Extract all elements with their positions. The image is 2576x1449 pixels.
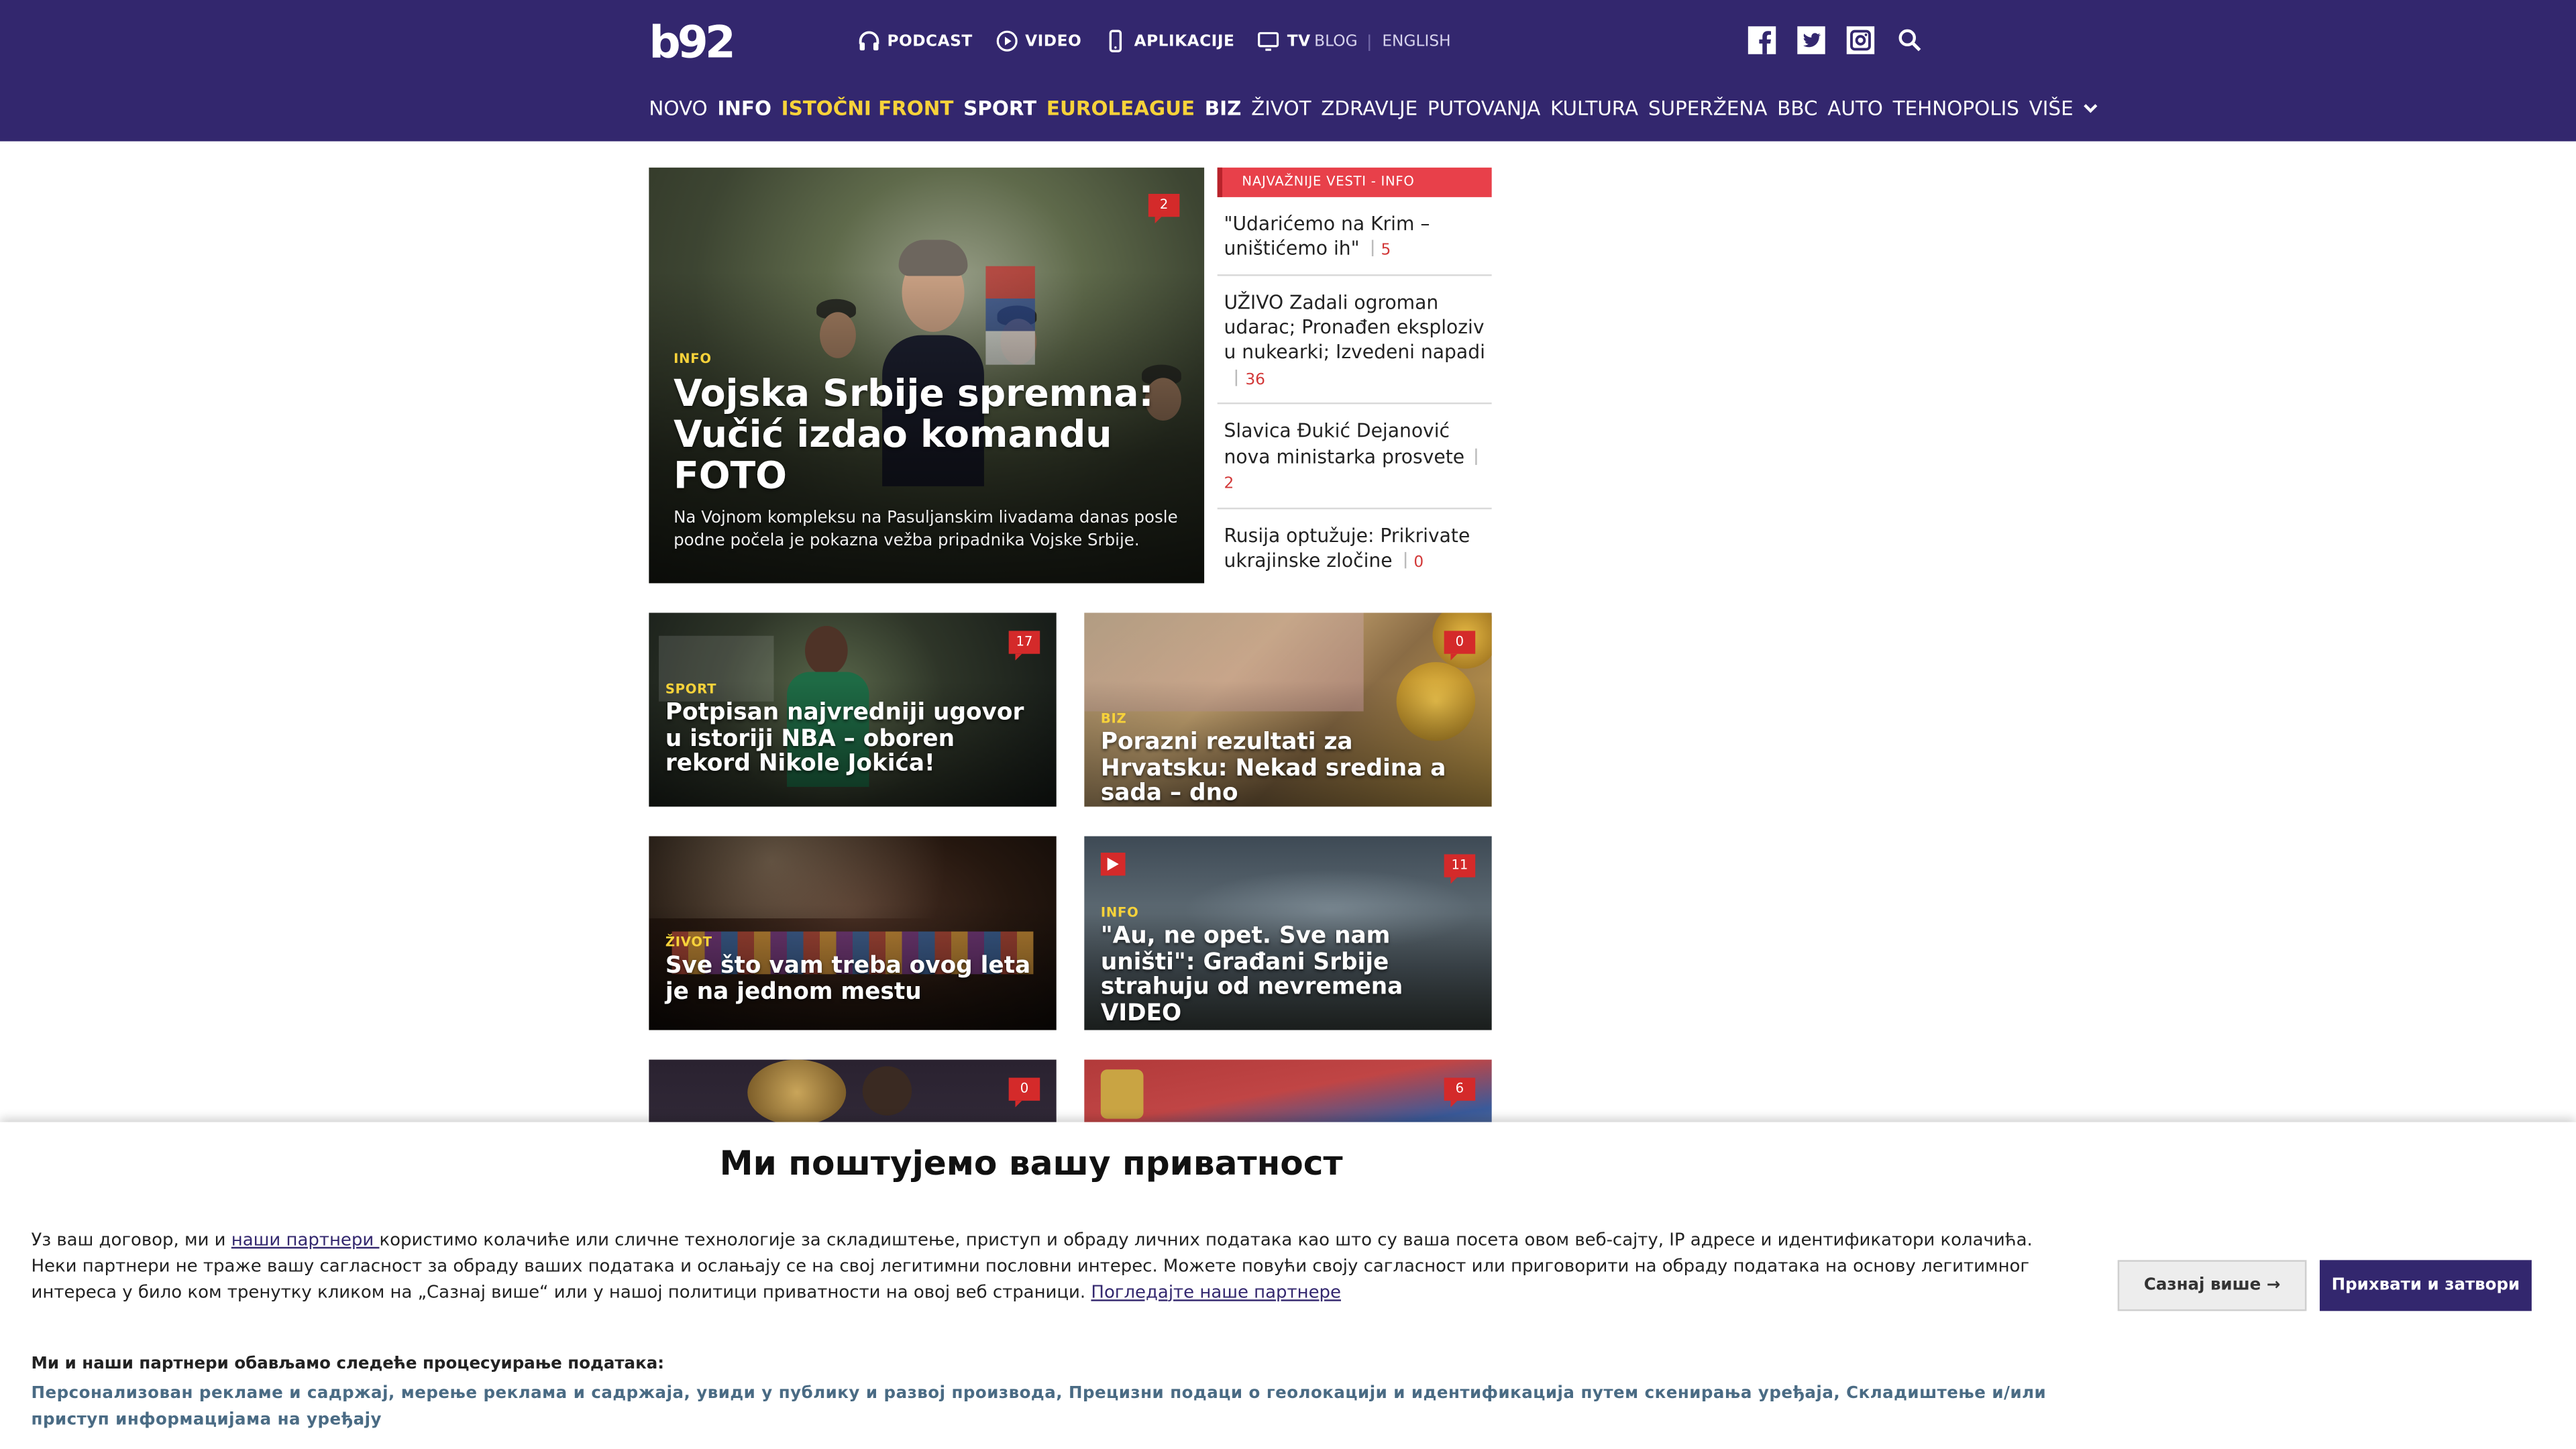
- topnav-aplikacije[interactable]: APLIKACIJE: [1105, 30, 1235, 52]
- comment-count-value: 36: [1245, 370, 1265, 389]
- nav-auto[interactable]: AUTO: [1827, 97, 1883, 119]
- hero-category: INFO: [674, 352, 712, 367]
- article-card[interactable]: 11 INFO "Au, ne opet. Sve nam uništi": G…: [1084, 836, 1492, 1030]
- learn-more-button[interactable]: Сазнај више →: [2117, 1260, 2307, 1311]
- partners-link[interactable]: наши партнери: [231, 1230, 380, 1250]
- article-card[interactable]: ŽIVOT Sve što vam treba ovog leta je na …: [649, 836, 1057, 1030]
- video-play-icon[interactable]: [1100, 853, 1126, 876]
- comments-badge[interactable]: 17: [1008, 631, 1040, 661]
- card-title[interactable]: Sve što vam treba ovog leta je na jednom…: [665, 953, 1040, 1006]
- cookie-heading: Ми поштујемо вашу приватност: [719, 1143, 1343, 1183]
- social-links: [1748, 26, 1924, 54]
- sidebar-news-title: Slavica Đukić Dejanović nova ministarka …: [1224, 419, 1465, 468]
- nav-bbc[interactable]: BBC: [1777, 97, 1817, 119]
- comment-count-value: 5: [1381, 241, 1391, 260]
- card-title[interactable]: Potpisan najvredniji ugovor u istoriji N…: [665, 700, 1040, 779]
- phone-icon: [1110, 30, 1122, 52]
- topnav-video[interactable]: VIDEO: [996, 30, 1081, 52]
- nav-superzena[interactable]: SUPERŽENA: [1648, 97, 1768, 119]
- comment-count: 36: [1224, 369, 1265, 389]
- chevron-down-icon: [2084, 104, 2098, 113]
- main-nav: NOVO INFO ISTOČNI FRONT SPORT EUROLEAGUE…: [649, 97, 2098, 120]
- card-title[interactable]: "Au, ne opet. Sve nam uništi": Građani S…: [1101, 924, 1475, 1028]
- comments-badge[interactable]: 6: [1444, 1077, 1476, 1108]
- comments-badge[interactable]: 2: [1148, 193, 1180, 224]
- sidebar-news-title: "Udarićemo na Krim – uništićemo ih": [1224, 211, 1430, 260]
- nav-vise-label: VIŠE: [2029, 97, 2074, 120]
- hero-article[interactable]: 2 INFO Vojska Srbije spremna: Vučić izda…: [649, 167, 1205, 584]
- nav-zdravlje[interactable]: ZDRAVLJE: [1321, 97, 1417, 119]
- sidebar-news-item[interactable]: Rusija optužuje: Prikrivate ukrajinske z…: [1218, 509, 1492, 586]
- blog-link[interactable]: BLOG: [1314, 33, 1357, 51]
- headphones-icon: [859, 31, 879, 51]
- site-logo[interactable]: b92: [649, 19, 736, 66]
- comment-count-value: 2: [1224, 475, 1234, 494]
- topnav-podcast-label: PODCAST: [887, 32, 973, 50]
- article-card[interactable]: 0 BIZ Porazni rezultati za Hrvatsku: Nek…: [1084, 612, 1492, 807]
- comment-count: 0: [1393, 552, 1424, 572]
- page: b92 PODCAST VIDEO APLIKACIJE TV BLOG ENG…: [0, 0, 2576, 1449]
- sidebar-news-item[interactable]: Slavica Đukić Dejanović nova ministarka …: [1217, 405, 1492, 509]
- cookie-text-part: Уз ваш договор, ми и: [31, 1230, 231, 1250]
- nav-vise[interactable]: VIŠE: [2029, 97, 2098, 120]
- top-links: BLOG ENGLISH: [1314, 33, 1450, 51]
- purposes-list[interactable]: Персонализован рекламе и садржај, мерење…: [32, 1382, 2055, 1434]
- nav-sport[interactable]: SPORT: [963, 97, 1036, 119]
- card-category: SPORT: [665, 682, 717, 697]
- view-partners-link[interactable]: Погледајте наше партнере: [1091, 1283, 1341, 1302]
- search-icon[interactable]: [1896, 26, 1924, 54]
- facebook-icon[interactable]: [1748, 26, 1776, 54]
- top-nav: PODCAST VIDEO APLIKACIJE TV: [857, 30, 1310, 52]
- tv-icon: [1258, 32, 1280, 51]
- site-header: b92 PODCAST VIDEO APLIKACIJE TV BLOG ENG…: [0, 0, 2576, 142]
- card-category: INFO: [1100, 905, 1139, 920]
- nav-novo[interactable]: NOVO: [649, 97, 707, 119]
- english-link[interactable]: ENGLISH: [1382, 33, 1450, 51]
- nav-euroleague[interactable]: EUROLEAGUE: [1046, 97, 1195, 119]
- topnav-tv[interactable]: TV: [1258, 30, 1311, 52]
- top-news-sidebar: NAJVAŽNIJE VESTI - INFO "Udarićemo na Kr…: [1217, 167, 1492, 586]
- nav-kultura[interactable]: KULTURA: [1550, 97, 1638, 119]
- comments-badge[interactable]: 11: [1444, 854, 1476, 884]
- card-category: BIZ: [1100, 711, 1127, 727]
- divider: [1368, 34, 1371, 50]
- topnav-tv-label: TV: [1287, 32, 1311, 50]
- sidebar-news-item[interactable]: "Udarićemo na Krim – uništićemo ih" 5: [1217, 197, 1492, 276]
- sidebar-news-title: Rusija optužuje: Prikrivate ukrajinske z…: [1224, 523, 1470, 572]
- card-image-detail: [747, 1059, 847, 1126]
- card-image-person: [862, 1066, 912, 1116]
- hero-title[interactable]: Vojska Srbije spremna: Vučić izdao koman…: [674, 374, 1167, 498]
- accept-and-close-button[interactable]: Прихвати и затвори: [2319, 1260, 2532, 1311]
- instagram-icon[interactable]: [1846, 26, 1875, 54]
- comment-count-value: 0: [1413, 553, 1424, 572]
- play-circle-icon: [996, 30, 1018, 52]
- article-card[interactable]: 17 SPORT Potpisan najvredniji ugovor u i…: [649, 612, 1057, 807]
- logo-text: b92: [649, 17, 736, 68]
- nav-zivot[interactable]: ŽIVOT: [1251, 97, 1311, 119]
- nav-istocni-front[interactable]: ISTOČNI FRONT: [782, 97, 954, 119]
- comments-badge[interactable]: 0: [1444, 631, 1476, 661]
- twitter-icon[interactable]: [1797, 26, 1825, 54]
- topnav-aplikacije-label: APLIKACIJE: [1134, 32, 1235, 50]
- sidebar-news-title: UŽIVO Zadali ogroman udarac; Pronađen ek…: [1224, 290, 1485, 364]
- nav-biz[interactable]: BIZ: [1205, 97, 1242, 119]
- purposes-heading: Ми и наши партнери обављамо следеће проц…: [31, 1355, 665, 1374]
- comment-count: 5: [1360, 240, 1391, 260]
- topnav-podcast[interactable]: PODCAST: [857, 30, 972, 52]
- sidebar-heading: NAJVAŽNIJE VESTI - INFO: [1217, 167, 1492, 197]
- card-title[interactable]: Porazni rezultati za Hrvatsku: Nekad sre…: [1101, 730, 1475, 807]
- cookie-text: Уз ваш договор, ми и наши партнери корис…: [32, 1229, 2055, 1307]
- nav-putovanja[interactable]: PUTOVANJA: [1428, 97, 1540, 119]
- nav-info[interactable]: INFO: [717, 97, 771, 119]
- hero-lead: Na Vojnom kompleksu na Pasuljanskim liva…: [674, 509, 1178, 551]
- sidebar-news-item[interactable]: UŽIVO Zadali ogroman udarac; Pronađen ek…: [1217, 276, 1492, 405]
- topnav-video-label: VIDEO: [1025, 32, 1082, 50]
- card-category: ŽIVOT: [665, 934, 712, 950]
- card-image-emblem: [1100, 1069, 1144, 1119]
- comments-badge[interactable]: 0: [1008, 1077, 1040, 1108]
- nav-tehnopolis[interactable]: TEHNOPOLIS: [1893, 97, 2019, 119]
